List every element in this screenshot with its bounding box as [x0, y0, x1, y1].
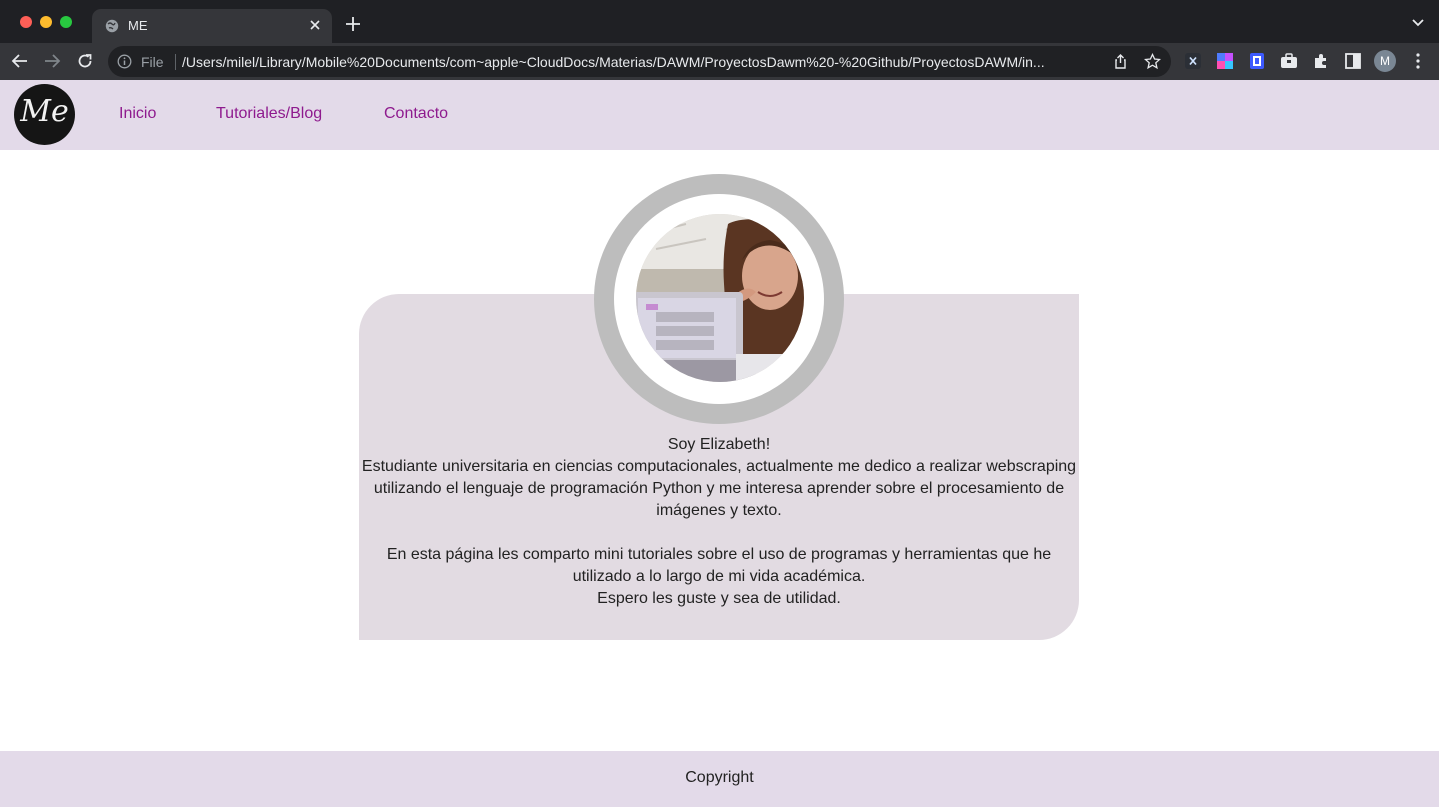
share-icon[interactable]	[1112, 53, 1129, 70]
profile-photo-ring	[594, 174, 844, 424]
profile-avatar[interactable]: M	[1374, 50, 1396, 72]
extensions-puzzle-icon[interactable]	[1312, 52, 1330, 70]
nav-link-tutoriales-blog[interactable]: Tutoriales/Blog	[216, 105, 322, 123]
address-bar[interactable]: File /Users/milel/Library/Mobile%20Docum…	[108, 46, 1171, 77]
closing-text: Espero les guste y sea de utilidad.	[597, 590, 841, 607]
greeting-text: Soy Elizabeth!	[667, 436, 771, 453]
tutorials-paragraph: En esta página les comparto mini tutoria…	[386, 546, 1052, 585]
address-divider	[175, 54, 176, 70]
side-panel-icon[interactable]	[1344, 52, 1362, 70]
forward-arrow-icon[interactable]	[43, 52, 61, 70]
extension-briefcase-icon[interactable]	[1280, 52, 1298, 70]
site-logo[interactable]: Me	[14, 84, 75, 145]
nav-link-contacto[interactable]: Contacto	[384, 105, 448, 123]
reload-icon[interactable]	[76, 52, 94, 70]
url-text[interactable]: /Users/milel/Library/Mobile%20Documents/…	[182, 54, 1102, 70]
more-menu-icon[interactable]	[1409, 52, 1427, 70]
logo-text: Me	[20, 94, 69, 129]
info-icon[interactable]	[117, 54, 132, 69]
profile-photo-frame	[614, 194, 824, 404]
profile-photo	[636, 214, 804, 382]
file-scheme-label: File	[141, 54, 164, 70]
minimize-window-button[interactable]	[40, 16, 52, 28]
copyright-text: Copyright	[685, 769, 754, 786]
bookmark-star-icon[interactable]	[1144, 53, 1161, 70]
new-tab-icon[interactable]	[344, 15, 362, 33]
extension-book-icon[interactable]	[1248, 52, 1266, 70]
close-window-button[interactable]	[20, 16, 32, 28]
site-footer: Copyright	[0, 751, 1439, 807]
site-header: Me Inicio Tutoriales/Blog Contacto	[0, 80, 1439, 150]
browser-tab[interactable]: ME	[92, 9, 332, 43]
tab-title: ME	[128, 18, 148, 33]
extension-colorful-icon[interactable]	[1216, 52, 1234, 70]
browser-tab-bar: ME	[0, 0, 1439, 43]
browser-toolbar: File /Users/milel/Library/Mobile%20Docum…	[0, 43, 1439, 80]
back-arrow-icon[interactable]	[11, 52, 29, 70]
nav-link-inicio[interactable]: Inicio	[119, 105, 156, 123]
close-tab-icon[interactable]	[306, 16, 324, 34]
extension-x-icon[interactable]	[1184, 52, 1202, 70]
zoom-window-button[interactable]	[60, 16, 72, 28]
intro-paragraph: Estudiante universitaria en ciencias com…	[361, 458, 1077, 519]
about-text: Soy Elizabeth! Estudiante universitaria …	[359, 434, 1079, 610]
chevron-down-icon[interactable]	[1411, 17, 1425, 29]
globe-icon	[105, 19, 119, 33]
